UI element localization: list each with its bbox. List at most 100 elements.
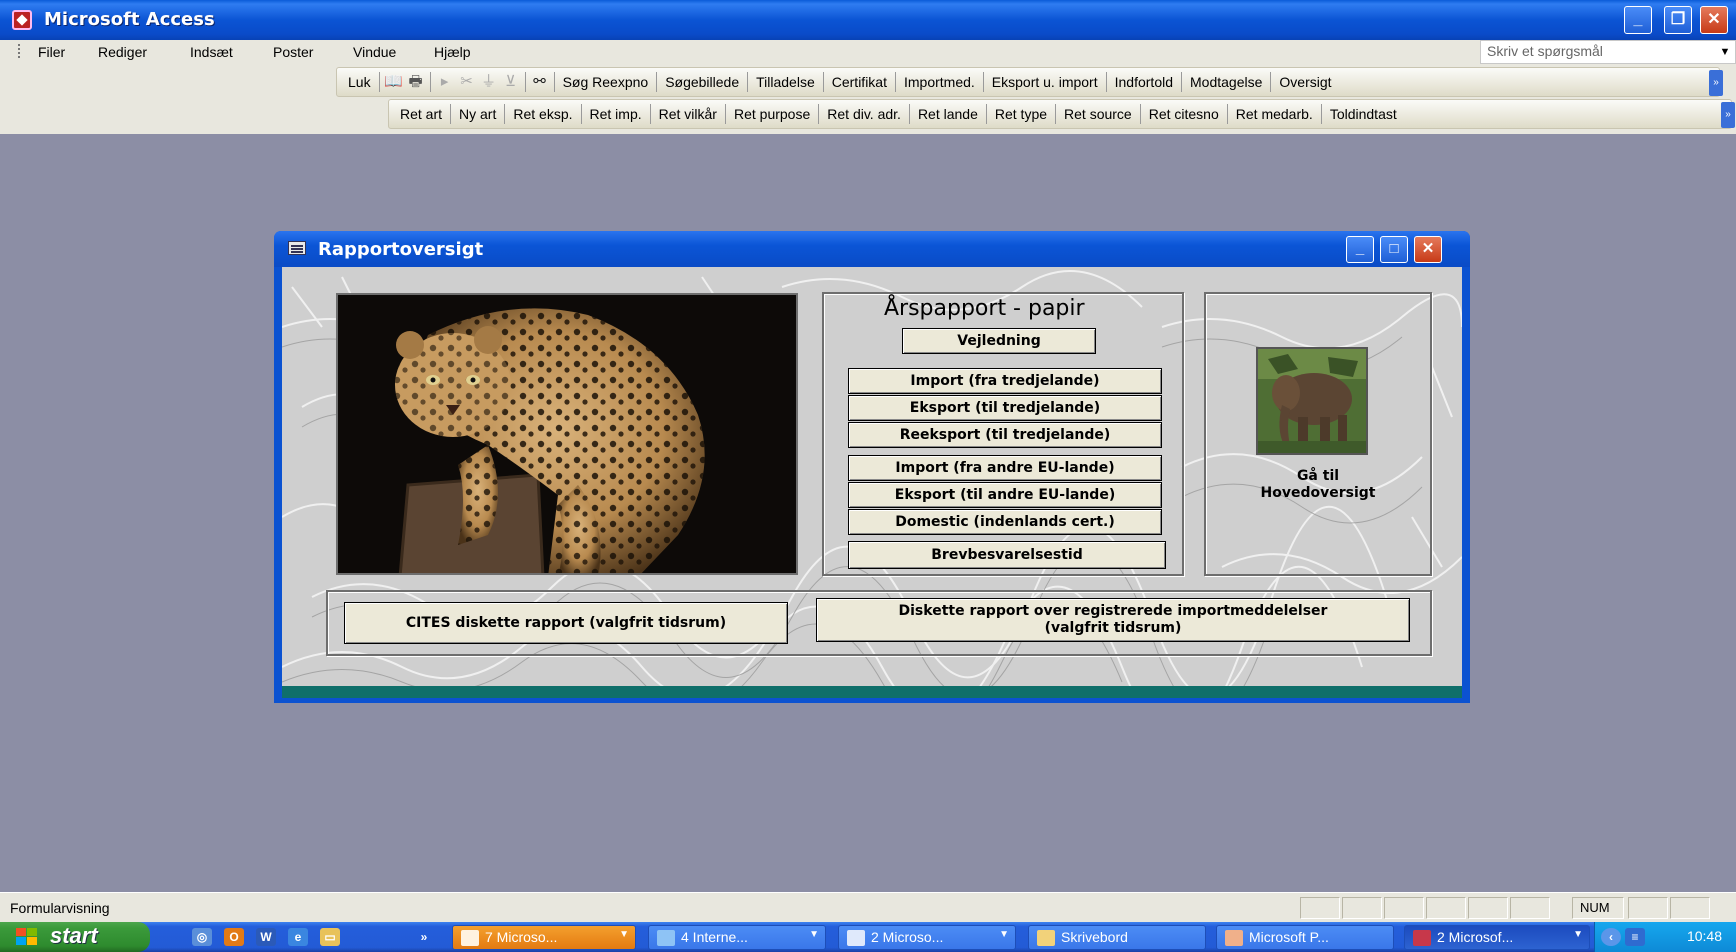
menu-bar: Filer Rediger Indsæt Poster Vindue Hjælp <box>0 40 1736 64</box>
dialog-maximize-button[interactable]: □ <box>1380 236 1408 263</box>
dialog-footer-bar <box>282 686 1462 698</box>
domestic-button[interactable]: Domestic (indenlands cert.) <box>848 509 1162 535</box>
dialog-titlebar[interactable]: Rapportoversigt _ □ ✕ <box>274 231 1470 267</box>
menu-rediger[interactable]: Rediger <box>98 44 147 60</box>
tb-luk[interactable]: Luk <box>343 74 376 90</box>
dialog-minimize-button[interactable]: _ <box>1346 236 1374 263</box>
import-tredjelande-button[interactable]: Import (fra tredjelande) <box>848 368 1162 394</box>
print-icon[interactable]: 🖶 <box>405 72 427 92</box>
diskette-importmeddelelser-button[interactable]: Diskette rapport over registrerede impor… <box>816 598 1410 642</box>
task-microsoft-word[interactable]: 2 Microso... ▼ <box>838 925 1016 950</box>
separator <box>1226 104 1228 124</box>
task-internet-explorer[interactable]: 4 Interne... ▼ <box>648 925 826 950</box>
separator <box>450 104 452 124</box>
filter-clear-icon[interactable]: ✂ <box>456 72 478 92</box>
tb-eksport-u-import[interactable]: Eksport u. import <box>987 74 1103 90</box>
separator <box>553 72 555 92</box>
separator <box>822 72 824 92</box>
record-next-icon[interactable]: ▸ <box>434 72 456 92</box>
quicklaunch-outlook-icon[interactable]: O <box>224 928 244 946</box>
status-cell <box>1384 897 1424 919</box>
goto-label-line1: Gå til <box>1296 468 1340 484</box>
separator <box>504 104 506 124</box>
menu-filer[interactable]: Filer <box>38 44 65 60</box>
form-icon[interactable] <box>288 241 306 255</box>
status-cell <box>1426 897 1466 919</box>
tb-toldindtast[interactable]: Toldindtast <box>1325 106 1402 122</box>
binoculars-icon[interactable]: ⚯ <box>529 72 551 92</box>
task-skrivebord[interactable]: Skrivebord <box>1028 925 1206 950</box>
reeksport-tredjelande-button[interactable]: Reeksport (til tredjelande) <box>848 422 1162 448</box>
dialog-close-button[interactable]: ✕ <box>1414 236 1442 263</box>
tb-ret-div-adr[interactable]: Ret div. adr. <box>822 106 906 122</box>
tray-expand-icon[interactable]: ‹ <box>1601 928 1621 946</box>
elephant-goto-image[interactable] <box>1256 347 1368 455</box>
tb-oversigt[interactable]: Oversigt <box>1274 74 1336 90</box>
quicklaunch-more-icon[interactable]: » <box>414 928 434 946</box>
minimize-button[interactable]: _ <box>1624 6 1652 34</box>
brevbesvarelsestid-button[interactable]: Brevbesvarelsestid <box>848 541 1166 569</box>
book-icon[interactable]: 📖 <box>383 72 405 92</box>
tb-ret-vilkaar[interactable]: Ret vilkår <box>654 106 722 122</box>
cites-diskette-button[interactable]: CITES diskette rapport (valgfrit tidsrum… <box>344 602 788 644</box>
tb-ret-lande[interactable]: Ret lande <box>913 106 983 122</box>
menu-grip[interactable] <box>18 44 22 58</box>
quicklaunch-folder-icon[interactable]: ▭ <box>320 928 340 946</box>
status-bar: Formularvisning NUM <box>0 892 1736 922</box>
separator <box>649 104 651 124</box>
dialog-title: Rapportoversigt <box>318 239 484 260</box>
tb-ret-medarb[interactable]: Ret medarb. <box>1231 106 1318 122</box>
task-microsoft-access[interactable]: 2 Microsof... ▼ <box>1404 925 1590 950</box>
restore-button[interactable]: ❐ <box>1664 6 1692 34</box>
status-cell <box>1468 897 1508 919</box>
menu-hjaelp[interactable]: Hjælp <box>434 44 471 60</box>
task-label: 7 Microso... <box>485 929 558 945</box>
quicklaunch-app-icon[interactable]: ◎ <box>192 928 212 946</box>
powerpoint-icon <box>1225 930 1243 946</box>
toolbar-options-icon[interactable]: » <box>1721 102 1735 128</box>
tb-importmed[interactable]: Importmed. <box>899 74 980 90</box>
close-button[interactable]: ✕ <box>1700 6 1728 34</box>
menu-poster[interactable]: Poster <box>273 44 313 60</box>
eksport-tredjelande-button[interactable]: Eksport (til tredjelande) <box>848 395 1162 421</box>
filter-icon[interactable]: ⏚ <box>478 72 500 92</box>
status-cell <box>1510 897 1550 919</box>
tb-ny-art[interactable]: Ny art <box>454 106 501 122</box>
tb-certifikat[interactable]: Certifikat <box>827 74 892 90</box>
tb-modtagelse[interactable]: Modtagelse <box>1185 74 1267 90</box>
chevron-down-icon: ▼ <box>999 929 1009 940</box>
quicklaunch-ie-icon[interactable]: e <box>288 928 308 946</box>
tb-soeg-reexpno[interactable]: Søg Reexpno <box>558 74 654 90</box>
start-button[interactable]: start <box>0 922 150 952</box>
chevron-down-icon[interactable]: ▼ <box>1717 43 1733 61</box>
separator <box>1270 72 1272 92</box>
separator <box>818 104 820 124</box>
help-placeholder: Skriv et spørgsmål <box>1487 43 1603 59</box>
tb-ret-art[interactable]: Ret art <box>395 106 447 122</box>
tb-ret-citesno[interactable]: Ret citesno <box>1144 106 1224 122</box>
clock[interactable]: 10:48 <box>1687 928 1722 944</box>
tray-network-icon[interactable]: ≡ <box>1625 928 1645 946</box>
task-microsoft-powerpoint[interactable]: Microsoft P... <box>1216 925 1394 950</box>
menu-indsaet[interactable]: Indsæt <box>190 44 233 60</box>
tb-ret-purpose[interactable]: Ret purpose <box>729 106 815 122</box>
help-question-input[interactable]: Skriv et spørgsmål ▼ <box>1480 40 1736 64</box>
toolbar-options-icon[interactable]: » <box>1709 70 1723 96</box>
tb-ret-type[interactable]: Ret type <box>990 106 1052 122</box>
quicklaunch-word-icon[interactable]: W <box>256 928 276 946</box>
tb-tilladelse[interactable]: Tilladelse <box>751 74 820 90</box>
filter-apply-icon[interactable]: ⊻ <box>500 72 522 92</box>
tb-soegebillede[interactable]: Søgebillede <box>660 74 744 90</box>
separator <box>985 104 987 124</box>
menu-vindue[interactable]: Vindue <box>353 44 396 60</box>
tb-indfortold[interactable]: Indfortold <box>1110 74 1178 90</box>
tb-ret-source[interactable]: Ret source <box>1059 106 1137 122</box>
vejledning-button[interactable]: Vejledning <box>902 328 1096 354</box>
chevron-down-icon: ▼ <box>1573 929 1583 940</box>
eksport-eu-button[interactable]: Eksport (til andre EU-lande) <box>848 482 1162 508</box>
tb-ret-imp[interactable]: Ret imp. <box>585 106 647 122</box>
task-microsoft-outlook[interactable]: 7 Microso... ▼ <box>452 925 636 950</box>
import-eu-button[interactable]: Import (fra andre EU-lande) <box>848 455 1162 481</box>
tb-ret-eksp[interactable]: Ret eksp. <box>508 106 577 122</box>
access-icon[interactable] <box>12 10 32 30</box>
